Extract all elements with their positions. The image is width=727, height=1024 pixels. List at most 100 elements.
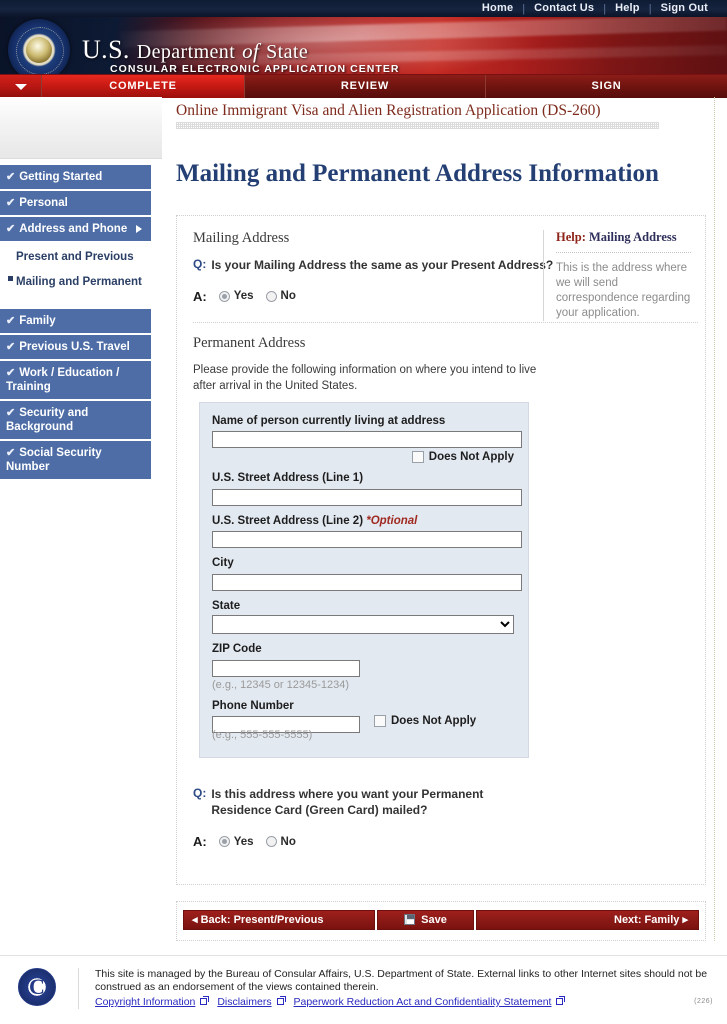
name-of-person-input[interactable] — [212, 431, 522, 448]
sidebar-item-personal[interactable]: ✔ Personal — [0, 191, 151, 215]
footer-build-code: (226) — [694, 998, 713, 1005]
mailing-radio-yes-label: Yes — [233, 290, 254, 302]
mailing-radio-yes[interactable]: Yes — [218, 290, 254, 302]
footer-links: Copyright Information Disclaimers Paperw… — [95, 996, 713, 1009]
title-of: of — [242, 39, 260, 63]
external-link-icon — [200, 996, 210, 1005]
street-address-line2-input[interactable] — [212, 531, 522, 548]
page-title: Mailing and Permanent Address Informatio… — [176, 159, 659, 187]
field-label: State — [212, 599, 241, 612]
green-card-radio-yes-label: Yes — [233, 835, 254, 848]
title-us: U.S. — [82, 35, 130, 64]
radio-unselected-icon — [265, 836, 277, 847]
sidebar-item-security-and-background[interactable]: ✔ Security and Background — [0, 401, 151, 439]
help-body-text: This is the address where we will send c… — [556, 261, 691, 319]
application-name: Online Immigrant Visa and Alien Registra… — [176, 102, 601, 119]
title-department: Department — [136, 41, 236, 63]
chevron-right-icon — [136, 225, 142, 233]
does-not-apply-label: Does Not Apply — [428, 451, 514, 463]
radio-selected-icon — [218, 836, 230, 847]
footer-disclaimer: This site is managed by the Bureau of Co… — [95, 968, 708, 993]
progress-tab-bar: COMPLETE REVIEW SIGN — [0, 74, 727, 98]
green-card-radio-yes[interactable]: Yes — [218, 835, 254, 848]
zip-code-input[interactable] — [212, 659, 360, 677]
sidebar-item-label: Getting Started — [19, 171, 103, 183]
field-label: U.S. Street Address (Line 1) — [212, 472, 364, 484]
help-title: Help: Mailing Address — [556, 230, 691, 252]
footer-link-disclaimers[interactable]: Disclaimers — [217, 996, 271, 1008]
radio-selected-icon — [218, 290, 230, 302]
radio-unselected-icon — [265, 290, 277, 302]
does-not-apply-label: Does Not Apply — [391, 715, 477, 727]
check-icon: ✔ — [6, 447, 16, 459]
field-city: City — [212, 557, 522, 591]
question-marker: Q: — [193, 786, 207, 800]
save-button[interactable]: Save — [377, 909, 474, 930]
floppy-disk-icon — [404, 914, 416, 925]
tab-complete[interactable]: COMPLETE — [42, 75, 245, 98]
footer-link-copyright-information[interactable]: Copyright Information — [95, 996, 195, 1008]
field-label: U.S. Street Address (Line 2) *Optional — [212, 515, 514, 527]
field-state: State — [212, 599, 514, 634]
green-card-radio-no[interactable]: No — [265, 835, 296, 848]
sidebar: ✔ Getting Started ✔ Personal ✔ Address and … — [0, 97, 170, 481]
state-select[interactable] — [212, 615, 514, 634]
main-content: Online Immigrant Visa and Alien Registra… — [170, 97, 715, 941]
back-button[interactable]: ◂ Back: Present/Previous — [183, 909, 375, 930]
nav-link-home[interactable]: Home — [473, 0, 522, 17]
question-marker: Q: — [193, 256, 207, 271]
sidebar-subitem-mailing-and-permanent[interactable]: Mailing and Permanent — [8, 276, 151, 289]
does-not-apply-checkbox[interactable] — [374, 715, 386, 727]
check-icon: ✔ — [6, 171, 16, 183]
sidebar-item-address-and-phone[interactable]: ✔ Address and Phone — [0, 217, 151, 241]
green-card-answer-row: A: Yes No — [193, 834, 691, 849]
title-rule-decoration — [176, 122, 659, 129]
chevron-down-icon — [15, 84, 27, 90]
sidebar-item-label: Address and Phone — [19, 223, 128, 235]
tab-menu-toggle[interactable] — [0, 75, 42, 98]
does-not-apply-checkbox[interactable] — [411, 451, 424, 463]
zip-code-hint: (e.g., 12345 or 12345-1234) — [212, 678, 349, 691]
field-phone-number: Phone Number Does Not Apply (e.g., 555-5… — [212, 699, 514, 741]
footer-inner: This site is managed by the Bureau of Co… — [0, 956, 727, 1009]
check-icon: ✔ — [6, 315, 16, 327]
answer-marker: A: — [193, 834, 207, 849]
sidebar-item-label: Previous U.S. Travel — [19, 341, 130, 353]
mailing-radio-no[interactable]: No — [265, 290, 296, 302]
sidebar-item-previous-us-travel[interactable]: ✔ Previous U.S. Travel — [0, 335, 151, 359]
sidebar-item-label: Work / Education / Training — [6, 367, 120, 393]
street-address-line1-input[interactable] — [212, 488, 522, 506]
check-icon: ✔ — [6, 223, 16, 235]
field-name-of-person: Name of person currently living at addre… — [212, 415, 522, 463]
sidebar-subitem-present-and-previous[interactable]: Present and Previous — [16, 251, 151, 264]
sidebar-item-social-security-number[interactable]: ✔ Social Security Number — [0, 441, 151, 479]
tab-review[interactable]: REVIEW — [245, 75, 486, 98]
site-footer: This site is managed by the Bureau of Co… — [0, 955, 727, 1024]
name-does-not-apply-row: Does Not Apply — [212, 451, 514, 463]
next-button[interactable]: Next: Family ▸ — [476, 909, 699, 930]
nav-link-contact-us[interactable]: Contact Us — [525, 0, 603, 17]
phone-number-hint: (e.g., 555-555-5555) — [212, 729, 313, 741]
field-label: ZIP Code — [212, 643, 262, 655]
sidebar-subnav: Present and Previous Mailing and Permane… — [0, 243, 151, 309]
nav-link-help[interactable]: Help — [606, 0, 649, 17]
city-input[interactable] — [212, 573, 522, 591]
footer-text-block: This site is managed by the Bureau of Co… — [78, 968, 713, 1009]
button-row: ◂ Back: Present/Previous Save Next: Fami… — [183, 909, 699, 930]
field-zip-code: ZIP Code (e.g., 12345 or 12345-1234) — [212, 643, 514, 691]
sidebar-item-getting-started[interactable]: ✔ Getting Started — [0, 165, 151, 189]
help-title-subject: Mailing Address — [588, 229, 677, 244]
sidebar-item-family[interactable]: ✔ Family — [0, 309, 151, 333]
sidebar-item-work-education-training[interactable]: ✔ Work / Education / Training — [0, 361, 151, 399]
green-card-radio-no-label: No — [280, 835, 296, 848]
section-divider — [193, 321, 698, 323]
field-street-address-line-2: U.S. Street Address (Line 2) *Optional — [212, 515, 522, 548]
nav-link-sign-out[interactable]: Sign Out — [652, 0, 717, 17]
department-subtitle: CONSULAR ELECTRONIC APPLICATION CENTER — [110, 63, 400, 74]
field-label: Phone Number — [212, 699, 294, 712]
mailing-question-text: Is your Mailing Address the same as your… — [211, 257, 554, 272]
tab-sign[interactable]: SIGN — [486, 75, 727, 98]
answer-marker: A: — [193, 288, 207, 304]
permanent-address-intro: Please provide the following information… — [193, 363, 537, 392]
footer-link-paperwork-reduction-act[interactable]: Paperwork Reduction Act and Confidential… — [294, 996, 552, 1008]
